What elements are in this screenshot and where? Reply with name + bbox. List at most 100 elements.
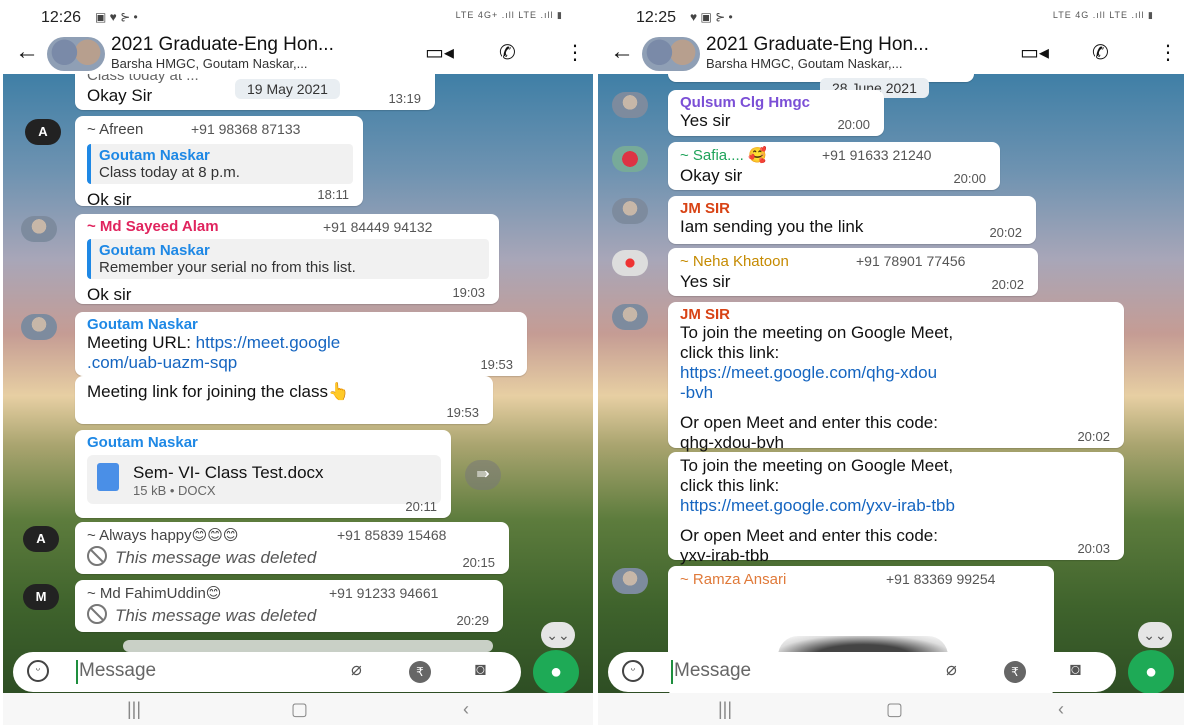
video-call-icon[interactable]: ▭◂ bbox=[425, 40, 454, 65]
message-bubble[interactable]: Goutam Naskar Meeting URL: https://meet.… bbox=[75, 312, 527, 376]
back-arrow-icon[interactable]: ← bbox=[15, 38, 39, 66]
right-chat-screen: 12:25 ♥ ▣ ⊱ • LTE 4G .ıll LTE .ıll ▮ ← 2… bbox=[598, 0, 1184, 725]
voice-call-icon[interactable]: ✆ bbox=[1092, 40, 1109, 65]
back-icon[interactable]: ‹ bbox=[1058, 699, 1064, 720]
avatar[interactable] bbox=[612, 146, 648, 172]
group-avatar[interactable] bbox=[642, 37, 700, 71]
camera-icon[interactable]: ◙ bbox=[475, 659, 486, 680]
chat-header: ← 2021 Graduate-Eng Hon... Barsha HMGC, … bbox=[3, 34, 593, 74]
document-meta: 15 kB • DOCX bbox=[133, 483, 216, 498]
message-bubble[interactable]: ~ Neha Khatoon +91 78901 77456 Yes sir 2… bbox=[668, 248, 1038, 296]
more-options-icon[interactable]: ⋮ bbox=[565, 40, 585, 65]
message-input[interactable]: Message bbox=[79, 660, 156, 682]
recent-apps-icon[interactable]: ||| bbox=[718, 699, 732, 720]
mic-button[interactable]: ● bbox=[533, 650, 579, 694]
avatar[interactable]: A bbox=[25, 119, 61, 145]
chat-area[interactable]: 28 June 2021 Qulsum Clg Hmgc Yes sir 20:… bbox=[598, 74, 1184, 693]
sender-phone: +91 78901 77456 bbox=[856, 253, 966, 269]
status-icons: ▣ ♥ ⊱ • bbox=[95, 10, 138, 24]
message-time: 13:19 bbox=[388, 91, 421, 106]
more-options-icon[interactable]: ⋮ bbox=[1158, 40, 1178, 65]
payment-icon[interactable]: ₹ bbox=[1004, 661, 1026, 683]
message-bubble[interactable]: Meeting link for joining the class👆 19:5… bbox=[75, 376, 493, 424]
attach-icon[interactable]: ⌀ bbox=[351, 659, 362, 680]
sender-phone: +91 91633 21240 bbox=[822, 147, 932, 163]
message-bubble[interactable]: To join the meeting on Google Meet, clic… bbox=[668, 452, 1124, 565]
sender-name[interactable]: JM SIR bbox=[680, 200, 1026, 217]
sender-phone: +91 91233 94661 bbox=[329, 585, 439, 601]
message-time: 20:29 bbox=[456, 613, 489, 628]
signal-icons: LTE 4G+ .ıll LTE .ıll ▮ bbox=[455, 10, 563, 20]
avatar[interactable] bbox=[612, 92, 648, 118]
meeting-link[interactable]: https://meet.google.com/qhg-xdou bbox=[680, 363, 1114, 383]
nav-bar: ||| ▢ ‹ bbox=[3, 693, 593, 725]
avatar[interactable] bbox=[21, 216, 57, 242]
message-time: 20:02 bbox=[989, 225, 1022, 240]
group-title[interactable]: 2021 Graduate-Eng Hon... bbox=[111, 34, 334, 56]
meeting-link[interactable]: .com/uab-uazm-sqp bbox=[87, 353, 517, 373]
avatar[interactable] bbox=[612, 250, 648, 276]
chat-area[interactable]: Class today at ... Okay Sir 13:19 19 May… bbox=[3, 74, 593, 693]
document-attachment[interactable]: Sem- VI- Class Test.docx 15 kB • DOCX bbox=[87, 455, 441, 504]
group-members[interactable]: Barsha HMGC, Goutam Naskar,... bbox=[111, 56, 308, 71]
mic-button[interactable]: ● bbox=[1128, 650, 1174, 694]
avatar[interactable]: M bbox=[23, 584, 59, 610]
deleted-icon bbox=[87, 546, 107, 566]
forward-icon[interactable]: ⇛ bbox=[465, 460, 501, 490]
sender-name[interactable]: Goutam Naskar bbox=[87, 434, 441, 451]
meeting-link[interactable]: https://meet.google.com/yxv-irab-tbb bbox=[680, 496, 1114, 516]
video-call-icon[interactable]: ▭◂ bbox=[1020, 40, 1049, 65]
recent-apps-icon[interactable]: ||| bbox=[127, 699, 141, 720]
camera-icon[interactable]: ◙ bbox=[1070, 659, 1081, 680]
status-bar: 12:25 ♥ ▣ ⊱ • LTE 4G .ıll LTE .ıll ▮ bbox=[598, 0, 1184, 34]
quoted-message[interactable]: Goutam Naskar Class today at 8 p.m. bbox=[87, 144, 353, 184]
sender-name[interactable]: JM SIR bbox=[680, 306, 1114, 323]
home-icon[interactable]: ▢ bbox=[291, 699, 308, 720]
avatar[interactable] bbox=[21, 314, 57, 340]
scroll-down-icon[interactable]: ⌄⌄ bbox=[541, 622, 575, 648]
sender-name[interactable]: Goutam Naskar bbox=[87, 316, 517, 333]
meeting-link[interactable]: -bvh bbox=[680, 383, 1114, 403]
sender-name[interactable]: ~ Neha Khatoon bbox=[680, 252, 1028, 272]
message-input-bar[interactable]: ᵕ Message ⌀ ₹ ◙ bbox=[608, 652, 1116, 692]
sender-name[interactable]: Qulsum Clg Hmgc bbox=[680, 94, 874, 111]
message-bubble[interactable]: ~ Always happy😊😊😊 +91 85839 15468 This m… bbox=[75, 522, 509, 574]
emoji-icon[interactable]: ᵕ bbox=[27, 660, 49, 682]
message-bubble[interactable]: ~ Afreen +91 98368 87133 Goutam Naskar C… bbox=[75, 116, 363, 209]
avatar[interactable] bbox=[612, 304, 648, 330]
message-bubble[interactable]: ~ Safia.... 🥰 +91 91633 21240 Okay sir 2… bbox=[668, 142, 1000, 190]
message-input-bar[interactable]: ᵕ Message ⌀ ₹ ◙ bbox=[13, 652, 521, 692]
quoted-message[interactable]: Goutam Naskar Remember your serial no fr… bbox=[87, 239, 489, 279]
message-input[interactable]: Message bbox=[674, 660, 751, 682]
avatar[interactable]: A bbox=[23, 526, 59, 552]
avatar[interactable] bbox=[612, 198, 648, 224]
message-bubble[interactable]: JM SIR Iam sending you the link 20:02 bbox=[668, 196, 1036, 244]
attach-icon[interactable]: ⌀ bbox=[946, 659, 957, 680]
back-arrow-icon[interactable]: ← bbox=[610, 38, 634, 66]
voice-call-icon[interactable]: ✆ bbox=[499, 40, 516, 65]
sender-phone: +91 85839 15468 bbox=[337, 527, 447, 543]
message-time: 20:11 bbox=[405, 499, 437, 514]
message-bubble[interactable]: JM SIR To join the meeting on Google Mee… bbox=[668, 302, 1124, 452]
group-members[interactable]: Barsha HMGC, Goutam Naskar,... bbox=[706, 56, 903, 71]
message-time: 20:02 bbox=[991, 277, 1024, 292]
group-avatar[interactable] bbox=[47, 37, 105, 71]
emoji-icon[interactable]: ᵕ bbox=[622, 660, 644, 682]
message-time: 19:03 bbox=[452, 285, 485, 300]
message-bubble[interactable]: ~ Md Sayeed Alam +91 84449 94132 Goutam … bbox=[75, 214, 499, 304]
payment-icon[interactable]: ₹ bbox=[409, 661, 431, 683]
message-text: Ok sir bbox=[87, 285, 132, 304]
scroll-down-icon[interactable]: ⌄⌄ bbox=[1138, 622, 1172, 648]
message-bubble[interactable]: Qulsum Clg Hmgc Yes sir 20:00 bbox=[668, 90, 884, 136]
message-time: 20:00 bbox=[837, 117, 870, 132]
message-time: 19:53 bbox=[480, 357, 513, 372]
avatar[interactable] bbox=[612, 568, 648, 594]
meeting-link[interactable]: https://meet.google bbox=[196, 333, 341, 352]
message-time: 20:03 bbox=[1077, 541, 1110, 556]
sender-phone: +91 83369 99254 bbox=[886, 571, 996, 587]
back-icon[interactable]: ‹ bbox=[463, 699, 469, 720]
group-title[interactable]: 2021 Graduate-Eng Hon... bbox=[706, 34, 929, 56]
home-icon[interactable]: ▢ bbox=[886, 699, 903, 720]
message-bubble[interactable]: Goutam Naskar Sem- VI- Class Test.docx 1… bbox=[75, 430, 451, 518]
message-bubble[interactable]: ~ Md FahimUddin😊 +91 91233 94661 This me… bbox=[75, 580, 503, 632]
